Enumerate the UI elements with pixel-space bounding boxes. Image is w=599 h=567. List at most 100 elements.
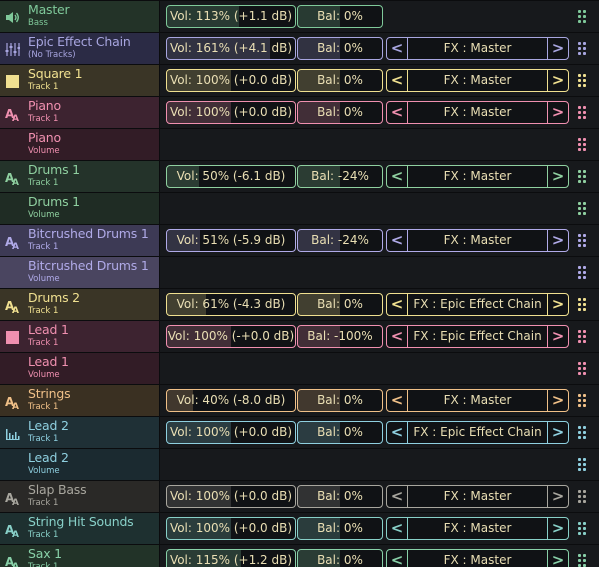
drag-handle-icon[interactable] (578, 426, 588, 440)
track-header[interactable]: Lead 1 Volume (0, 353, 160, 384)
fx-prev-button[interactable]: < (387, 550, 408, 567)
fx-prev-button[interactable]: < (387, 294, 408, 315)
drag-handle-icon[interactable] (578, 202, 588, 216)
track-row[interactable]: Piano Volume (0, 128, 599, 160)
balance-slider[interactable]: Bal: 0% (297, 69, 383, 92)
fx-next-button[interactable]: > (547, 166, 568, 187)
drag-handle-icon[interactable] (578, 74, 588, 88)
track-row[interactable]: Lead 1 Track 1 Vol: 100% (-+0.0 dB) Bal: -1… (0, 320, 599, 352)
drag-handle-icon[interactable] (578, 138, 588, 152)
track-header[interactable]: A A Drums 2 Track 1 (0, 289, 160, 320)
balance-slider[interactable]: Bal: 0% (297, 101, 383, 124)
fx-prev-button[interactable]: < (387, 38, 408, 59)
drag-handle-icon[interactable] (578, 234, 588, 248)
volume-slider[interactable]: Vol: 113% (+1.1 dB) (166, 5, 296, 28)
balance-slider[interactable]: Bal: 0% (297, 549, 383, 567)
track-header[interactable]: Lead 1 Track 1 (0, 321, 160, 352)
fx-route-selector[interactable]: < FX : Epic Effect Chain > (386, 421, 569, 444)
fx-next-button[interactable]: > (547, 38, 568, 59)
drag-handle-icon[interactable] (578, 522, 588, 536)
fx-prev-button[interactable]: < (387, 486, 408, 507)
track-header[interactable]: A A Piano Track 1 (0, 97, 160, 128)
drag-handle-icon[interactable] (578, 42, 588, 56)
drag-handle-icon[interactable] (578, 362, 588, 376)
drag-handle-icon[interactable] (578, 170, 588, 184)
fx-prev-button[interactable]: < (387, 390, 408, 411)
balance-slider[interactable]: Bal: -100% (297, 325, 383, 348)
volume-slider[interactable]: Vol: 100% (+0.0 dB) (166, 517, 296, 540)
fx-route-selector[interactable]: < FX : Master > (386, 165, 569, 188)
drag-handle-icon[interactable] (578, 458, 588, 472)
fx-prev-button[interactable]: < (387, 230, 408, 251)
balance-slider[interactable]: Bal: -24% (297, 165, 383, 188)
fx-next-button[interactable]: > (547, 230, 568, 251)
track-row[interactable]: Epic Effect Chain (No Tracks) Vol: 161% (+… (0, 32, 599, 64)
volume-slider[interactable]: Vol: 61% (-4.3 dB) (166, 293, 296, 316)
fx-route-selector[interactable]: < FX : Master > (386, 389, 569, 412)
track-row[interactable]: Drums 1 Volume (0, 192, 599, 224)
track-row[interactable]: Master Bass Vol: 113% (+1.1 dB) Bal: 0% (0, 0, 599, 32)
track-header[interactable]: Lead 2 Volume (0, 449, 160, 480)
fx-route-selector[interactable]: < FX : Master > (386, 549, 569, 567)
fx-next-button[interactable]: > (547, 390, 568, 411)
track-row[interactable]: Square 1 Track 1 Vol: 100% (+0.0 dB) Bal: 0… (0, 64, 599, 96)
track-row[interactable]: A A Slap Bass Track 1 Vol: 100% (+0.0 dB) Bal… (0, 480, 599, 512)
track-header[interactable]: A A Strings Track 1 (0, 385, 160, 416)
track-row[interactable]: Lead 2 Track 1 Vol: 100% (+0.0 dB) Bal: 0% <… (0, 416, 599, 448)
fx-next-button[interactable]: > (547, 102, 568, 123)
balance-slider[interactable]: Bal: 0% (297, 485, 383, 508)
balance-slider[interactable]: Bal: 0% (297, 389, 383, 412)
volume-slider[interactable]: Vol: 115% (+1.2 dB) (166, 549, 296, 567)
fx-route-selector[interactable]: < FX : Master > (386, 101, 569, 124)
volume-slider[interactable]: Vol: 50% (-6.1 dB) (166, 165, 296, 188)
volume-slider[interactable]: Vol: 51% (-5.9 dB) (166, 229, 296, 252)
balance-slider[interactable]: Bal: 0% (297, 293, 383, 316)
track-header[interactable]: A A Sax 1 Track 1 (0, 545, 160, 567)
track-header[interactable]: A A Slap Bass Track 1 (0, 481, 160, 512)
track-row[interactable]: Bitcrushed Drums 1 Volume (0, 256, 599, 288)
fx-route-selector[interactable]: < FX : Master > (386, 229, 569, 252)
track-header[interactable]: Bitcrushed Drums 1 Volume (0, 257, 160, 288)
track-header[interactable]: Lead 2 Track 1 (0, 417, 160, 448)
drag-handle-icon[interactable] (578, 394, 588, 408)
fx-next-button[interactable]: > (547, 294, 568, 315)
track-header[interactable]: Square 1 Track 1 (0, 65, 160, 96)
volume-slider[interactable]: Vol: 40% (-8.0 dB) (166, 389, 296, 412)
track-row[interactable]: A A Piano Track 1 Vol: 100% (+0.0 dB) Bal: 0%… (0, 96, 599, 128)
track-header[interactable]: Epic Effect Chain (No Tracks) (0, 33, 160, 64)
volume-slider[interactable]: Vol: 100% (+0.0 dB) (166, 485, 296, 508)
drag-handle-icon[interactable] (578, 266, 588, 280)
fx-next-button[interactable]: > (547, 326, 568, 347)
balance-slider[interactable]: Bal: 0% (297, 37, 383, 60)
fx-prev-button[interactable]: < (387, 166, 408, 187)
balance-slider[interactable]: Bal: 0% (297, 5, 383, 28)
track-row[interactable]: A A Strings Track 1 Vol: 40% (-8.0 dB) Bal: 0… (0, 384, 599, 416)
fx-prev-button[interactable]: < (387, 326, 408, 347)
volume-slider[interactable]: Vol: 161% (+4.1 dB) (166, 37, 296, 60)
fx-next-button[interactable]: > (547, 518, 568, 539)
track-row[interactable]: A A Drums 1 Track 1 Vol: 50% (-6.1 dB) Bal: -… (0, 160, 599, 192)
track-header[interactable]: Drums 1 Volume (0, 193, 160, 224)
fx-next-button[interactable]: > (547, 70, 568, 91)
volume-slider[interactable]: Vol: 100% (+0.0 dB) (166, 69, 296, 92)
balance-slider[interactable]: Bal: 0% (297, 517, 383, 540)
fx-route-selector[interactable]: < FX : Epic Effect Chain > (386, 293, 569, 316)
fx-route-selector[interactable]: < FX : Master > (386, 37, 569, 60)
fx-prev-button[interactable]: < (387, 518, 408, 539)
track-row[interactable]: A A Sax 1 Track 1 Vol: 115% (+1.2 dB) Bal: 0%… (0, 544, 599, 567)
track-header[interactable]: A A Bitcrushed Drums 1 Track 1 (0, 225, 160, 256)
fx-route-selector[interactable]: < FX : Epic Effect Chain > (386, 325, 569, 348)
track-row[interactable]: A A Drums 2 Track 1 Vol: 61% (-4.3 dB) Bal: 0… (0, 288, 599, 320)
track-row[interactable]: Lead 1 Volume (0, 352, 599, 384)
fx-prev-button[interactable]: < (387, 102, 408, 123)
drag-handle-icon[interactable] (578, 298, 588, 312)
track-header[interactable]: A A Drums 1 Track 1 (0, 161, 160, 192)
track-row[interactable]: A A Bitcrushed Drums 1 Track 1 Vol: 51% (-5.… (0, 224, 599, 256)
drag-handle-icon[interactable] (578, 490, 588, 504)
fx-next-button[interactable]: > (547, 422, 568, 443)
drag-handle-icon[interactable] (578, 10, 588, 24)
balance-slider[interactable]: Bal: -24% (297, 229, 383, 252)
volume-slider[interactable]: Vol: 100% (+0.0 dB) (166, 421, 296, 444)
fx-prev-button[interactable]: < (387, 70, 408, 91)
track-header[interactable]: A A String Hit Sounds Track 1 (0, 513, 160, 544)
